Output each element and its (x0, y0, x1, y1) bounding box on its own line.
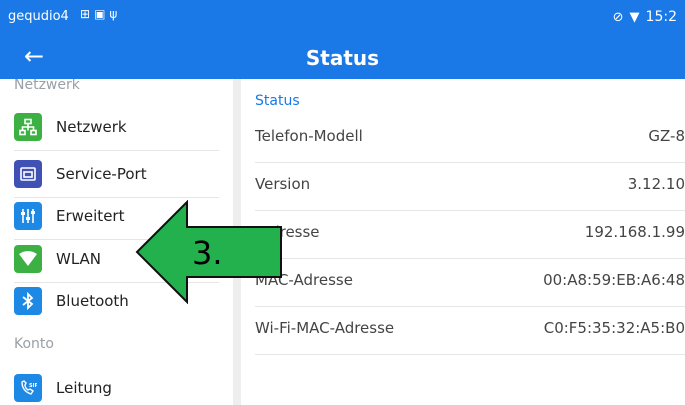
wifi-icon (14, 245, 42, 273)
info-row-wifi-mac: Wi-Fi-MAC-Adresse C0:F5:35:32:A5:B0 (255, 306, 685, 355)
sidebar-item-service-port[interactable]: Service-Port (14, 151, 219, 198)
page-title: Status (305, 46, 380, 70)
sidebar-item-leitung[interactable]: SIP Leitung (14, 365, 219, 405)
info-row-mac: MAC-Adresse 00:A8:59:EB:A6:48 (255, 258, 685, 307)
usb-icon: ψ (109, 7, 122, 21)
sidebar-item-label: Service-Port (56, 165, 147, 183)
status-panel: Status Telefon-Modell GZ-8 Version 3.12.… (241, 79, 685, 405)
row-label: Telefon-Modell (255, 127, 363, 145)
screenshot-icon: ▣ (94, 7, 110, 21)
sidebar-item-netzwerk[interactable]: Netzwerk (14, 104, 219, 151)
section-header-network: Netzwerk (14, 79, 80, 93)
info-row-ip: -Adresse 192.168.1.99 (255, 210, 685, 259)
info-row-version: Version 3.12.10 (255, 162, 685, 211)
wifi-icon: ▼ (629, 10, 640, 25)
row-value: 192.168.1.99 (584, 223, 685, 241)
row-label: Wi-Fi-MAC-Adresse (255, 319, 395, 337)
mute-icon: ⊘ (612, 10, 624, 25)
info-row-model: Telefon-Modell GZ-8 (255, 114, 685, 163)
sidebar-item-label: Leitung (56, 379, 112, 397)
row-value: 00:A8:59:EB:A6:48 (543, 271, 685, 289)
usb-connection-icon: ⊞ (80, 7, 95, 21)
device-name: gequdio4 (8, 9, 69, 24)
service-port-icon (14, 160, 42, 188)
notification-icons: ⊞▣ψ (80, 7, 121, 21)
sidebar-item-label: Bluetooth (56, 292, 129, 310)
annotation-label: 3. (192, 234, 223, 272)
clock: 15:2 (645, 9, 677, 25)
system-status-bar: gequdio4 ⊞▣ψ ⊘ ▼ 15:2 (0, 0, 685, 34)
app-bar: ← Status (0, 34, 685, 79)
bluetooth-icon (14, 287, 42, 315)
sidebar-item-label: Netzwerk (56, 118, 127, 136)
section-header-konto: Konto (14, 336, 54, 352)
row-label: Version (255, 175, 311, 193)
row-value: 3.12.10 (627, 175, 685, 193)
sliders-icon (14, 202, 42, 230)
network-icon (14, 113, 42, 141)
svg-text:SIP: SIP (29, 383, 37, 389)
sidebar-item-label: WLAN (56, 250, 102, 268)
row-value: GZ-8 (648, 127, 685, 145)
status-right: ⊘ ▼ 15:2 (613, 6, 677, 29)
row-value: C0:F5:35:32:A5:B0 (543, 319, 685, 337)
section-heading: Status (255, 93, 300, 109)
sidebar-item-label: Erweitert (56, 207, 125, 225)
sip-icon: SIP (14, 374, 42, 402)
